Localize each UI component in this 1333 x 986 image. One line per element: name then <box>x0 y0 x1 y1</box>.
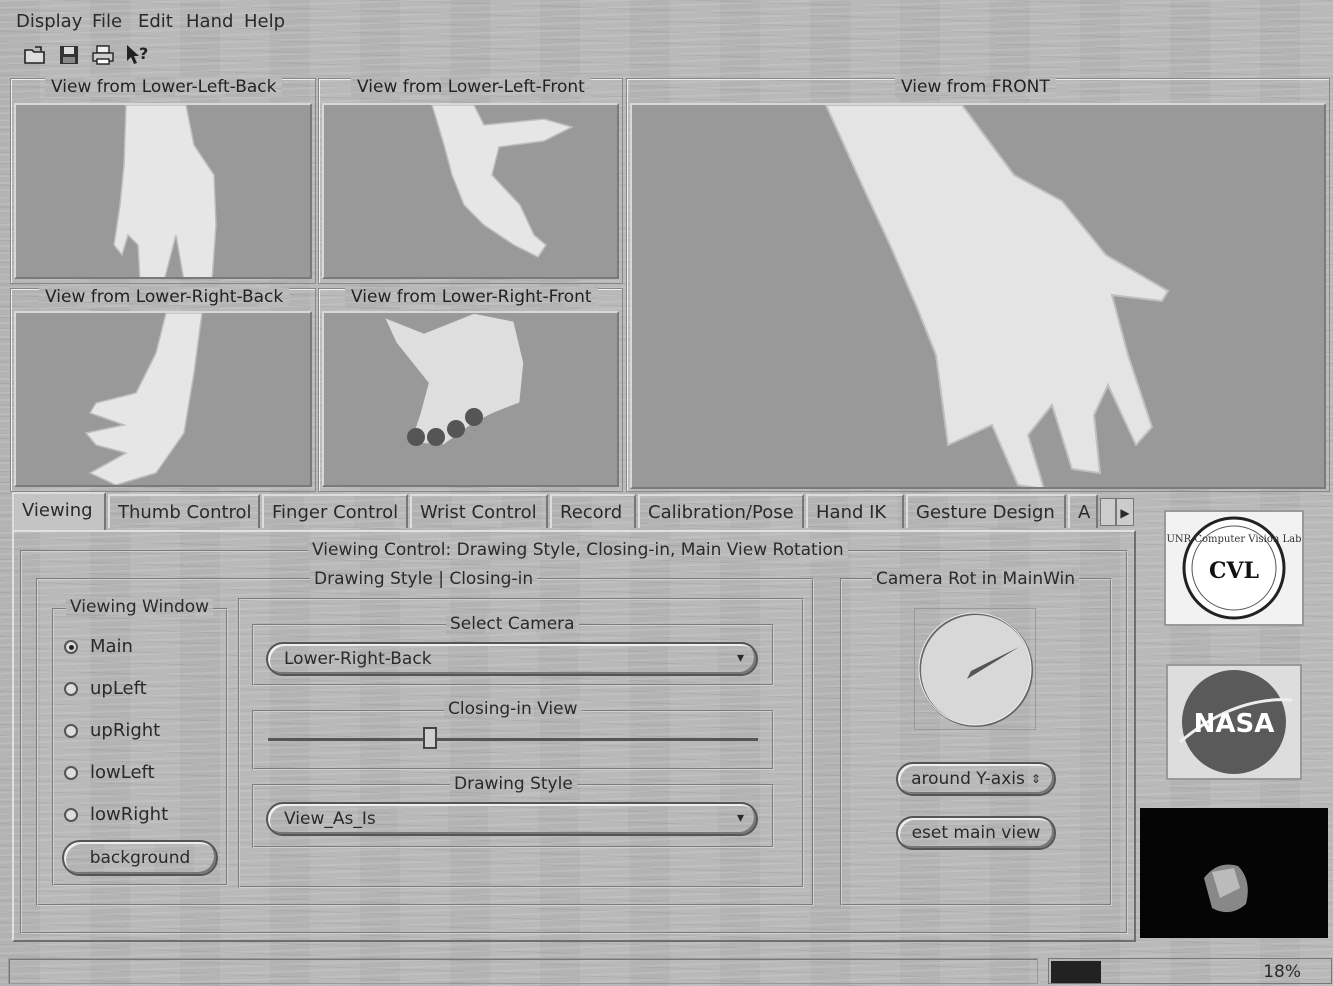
rotation-axis-label: around Y-axis <box>911 769 1025 789</box>
viewport-lowright[interactable] <box>322 311 619 487</box>
cvl-text: CVL <box>1209 558 1259 584</box>
hand-render-main <box>824 105 1170 487</box>
viewport-upright[interactable] <box>322 103 619 279</box>
menu-bar: Display File Edit Hand Help <box>8 5 1333 37</box>
radio-indicator <box>64 681 78 696</box>
viewport-upleft[interactable] <box>14 103 312 279</box>
radio-lowright[interactable]: lowRight <box>64 804 168 825</box>
tab-scroll-left-button[interactable] <box>1100 498 1116 526</box>
nasa-logo-graphic: NASA <box>1179 670 1293 774</box>
viewport-main-frame: View from FRONT <box>626 77 1330 492</box>
radio-indicator <box>64 765 78 780</box>
reset-main-view-button[interactable]: eset main view <box>896 816 1056 850</box>
viewport-upright-title: View from Lower-Left-Front <box>351 77 591 97</box>
viewport-upleft-frame: View from Lower-Left-Back <box>10 77 316 284</box>
hand-render-lowright <box>382 313 525 446</box>
radio-main[interactable]: Main <box>64 636 133 657</box>
glove-video-image <box>1204 864 1248 913</box>
arrow-right-icon: ▶ <box>1120 506 1130 520</box>
cvl-logo: UNR Computer Vision Lab CVL <box>1164 510 1304 626</box>
toolbar: ? <box>8 38 1333 74</box>
progress-bar: 18% <box>1048 958 1332 984</box>
svg-text:?: ? <box>139 44 148 63</box>
drawing-style-combo[interactable]: View_As_Is ▾ <box>266 802 758 836</box>
tab-calibration-pose[interactable]: Calibration/Pose <box>638 494 804 528</box>
menu-hand[interactable]: Hand <box>186 11 233 32</box>
cvl-ring-text: UNR Computer Vision Lab <box>1167 534 1302 545</box>
rotation-axis-button[interactable]: around Y-axis ⇕ <box>896 762 1056 796</box>
tab-record[interactable]: Record <box>550 494 636 528</box>
chevron-down-icon: ▾ <box>736 650 744 666</box>
viewport-upright-frame: View from Lower-Left-Front <box>318 77 623 284</box>
viewport-main-title: View from FRONT <box>895 77 1056 97</box>
tab-thumb-control[interactable]: Thumb Control <box>108 494 260 528</box>
viewport-lowleft[interactable] <box>14 311 312 487</box>
viewport-lowright-frame: View from Lower-Right-Front <box>318 287 623 492</box>
camera-select-combo[interactable]: Lower-Right-Back ▾ <box>266 642 758 676</box>
hand-render-upleft <box>113 105 217 277</box>
nasa-logo: NASA <box>1166 664 1302 780</box>
select-camera-title: Select Camera <box>446 614 579 634</box>
radio-upright[interactable]: upRight <box>64 720 160 741</box>
spin-arrows-icon: ⇕ <box>1030 772 1041 786</box>
nasa-text: NASA <box>1194 709 1275 739</box>
chevron-down-icon: ▾ <box>736 810 744 826</box>
menu-file[interactable]: File <box>92 11 122 32</box>
viewport-main[interactable] <box>630 103 1326 489</box>
rotation-dial-frame <box>914 608 1036 730</box>
closing-in-title: Closing-in View <box>444 699 582 719</box>
rotation-dial[interactable] <box>915 609 1037 731</box>
hand-render-lowleft <box>84 313 203 485</box>
drawing-style-value: View_As_Is <box>284 809 376 829</box>
radio-main-label: Main <box>90 636 133 657</box>
camera-select-value: Lower-Right-Back <box>284 649 432 669</box>
radio-indicator <box>64 639 78 654</box>
viewing-control-title: Viewing Control: Drawing Style, Closing-… <box>308 540 848 560</box>
save-disk-icon[interactable] <box>56 42 82 68</box>
viewing-panel: Viewing Control: Drawing Style, Closing-… <box>12 530 1136 942</box>
radio-indicator <box>64 723 78 738</box>
radio-lowleft-label: lowLeft <box>90 762 155 783</box>
closing-in-slider-track[interactable] <box>268 738 758 741</box>
tab-hand-ik[interactable]: Hand IK <box>806 494 904 528</box>
open-folder-icon[interactable] <box>22 42 48 68</box>
menu-help[interactable]: Help <box>244 11 285 32</box>
radio-lowright-label: lowRight <box>90 804 169 825</box>
tab-finger-control[interactable]: Finger Control <box>262 494 408 528</box>
viewport-lowright-title: View from Lower-Right-Front <box>345 287 598 307</box>
status-message-area <box>8 958 1038 984</box>
tab-bar: Viewing Thumb Control Finger Control Wri… <box>12 492 1136 530</box>
radio-upleft-label: upLeft <box>90 678 147 699</box>
progress-fill <box>1051 961 1101 983</box>
background-button[interactable]: background <box>62 840 218 876</box>
tab-viewing[interactable]: Viewing <box>12 492 106 530</box>
tab-gesture-design[interactable]: Gesture Design <box>906 494 1066 528</box>
closing-in-slider-thumb[interactable] <box>422 727 437 749</box>
tab-overflow[interactable]: A <box>1068 494 1098 528</box>
radio-upleft[interactable]: upLeft <box>64 678 147 699</box>
live-camera-feed <box>1140 808 1328 938</box>
menu-edit[interactable]: Edit <box>138 11 173 32</box>
whats-this-help-icon[interactable]: ? <box>124 42 150 68</box>
viewport-lowleft-title: View from Lower-Right-Back <box>39 287 289 307</box>
camera-rot-title: Camera Rot in MainWin <box>872 569 1079 589</box>
tab-wrist-control[interactable]: Wrist Control <box>410 494 548 528</box>
print-icon[interactable] <box>90 42 116 68</box>
cvl-logo-graphic: UNR Computer Vision Lab CVL <box>1166 512 1302 624</box>
radio-upright-label: upRight <box>90 720 161 741</box>
viewport-lowleft-frame: View from Lower-Right-Back <box>10 287 316 492</box>
drawing-closing-title: Drawing Style | Closing-in <box>310 569 537 589</box>
drawing-style-title: Drawing Style <box>450 774 577 794</box>
tab-scroll-right-button[interactable]: ▶ <box>1116 498 1134 526</box>
menu-display[interactable]: Display <box>16 11 82 32</box>
progress-label: 18% <box>1263 962 1301 982</box>
hand-render-upright <box>431 105 575 258</box>
viewing-window-title: Viewing Window <box>66 597 213 617</box>
radio-indicator <box>64 807 78 822</box>
viewport-upleft-title: View from Lower-Left-Back <box>45 77 282 97</box>
status-bar: 18% <box>8 956 1333 986</box>
radio-lowleft[interactable]: lowLeft <box>64 762 155 783</box>
